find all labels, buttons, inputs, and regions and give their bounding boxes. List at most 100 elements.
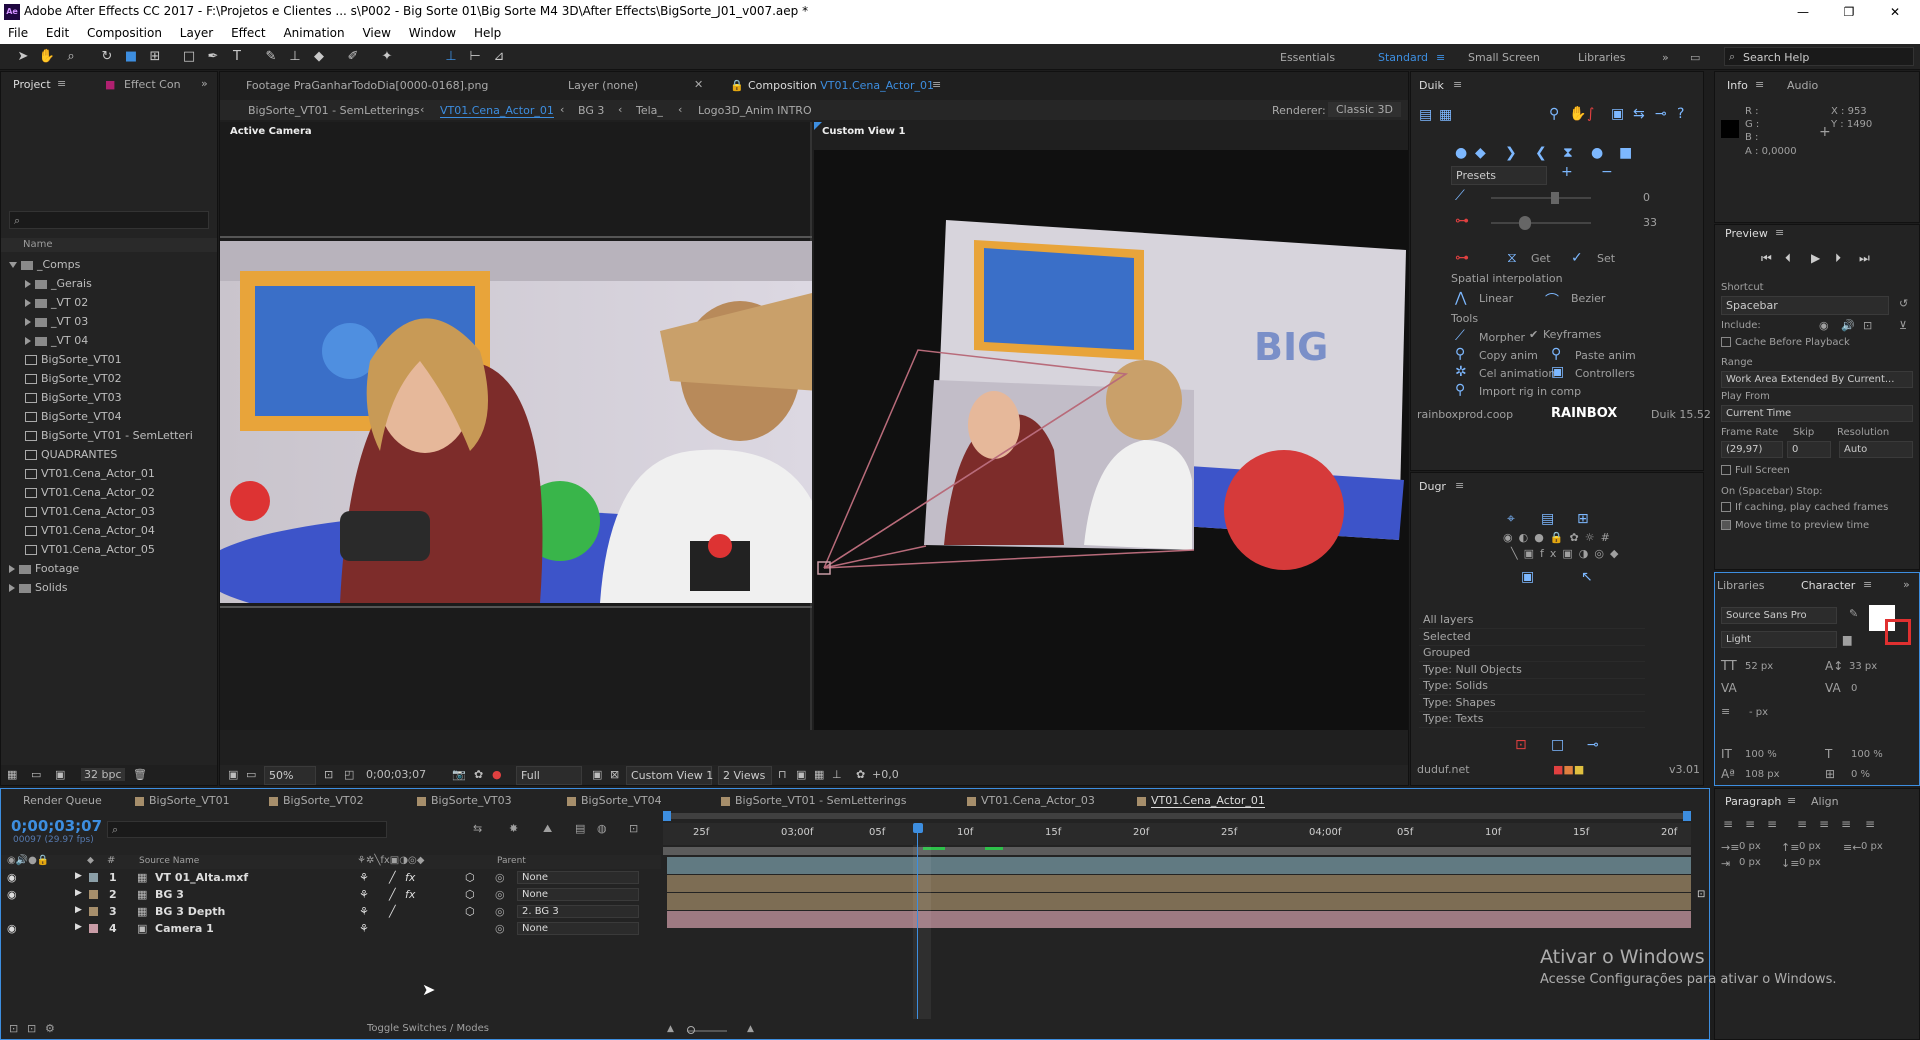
tracking-value[interactable]: 0 — [1851, 683, 1857, 694]
align-right-icon[interactable]: ≡ — [1767, 817, 1777, 831]
morpher-icon[interactable]: ⟋ — [1455, 328, 1465, 344]
project-folder-item[interactable]: Solids — [9, 581, 68, 594]
eyedropper-icon[interactable]: ✎ — [1849, 607, 1858, 620]
layer-bar-2[interactable] — [667, 875, 1691, 892]
duik-curve-icon[interactable]: ∫ — [1587, 106, 1594, 122]
disclosure-triangle-icon[interactable] — [9, 565, 15, 573]
include-export-icon[interactable]: ⊻ — [1899, 319, 1907, 332]
layer-name[interactable]: Camera 1 — [155, 922, 214, 935]
always-preview-icon[interactable]: ▣ — [228, 768, 238, 781]
timeline-tab[interactable]: BigSorte_VT02 — [283, 794, 364, 807]
prev-frame-icon[interactable]: ⏴ — [1785, 251, 1791, 266]
tab-layer[interactable]: Layer (none) — [568, 79, 638, 92]
timeline-timecode[interactable]: 0;00;03;07 — [11, 817, 102, 835]
exposure-value[interactable]: +0,0 — [872, 768, 899, 781]
type-tool-icon[interactable]: T — [228, 48, 246, 66]
zoom-tool-icon[interactable]: ⌕ — [62, 48, 80, 66]
breadcrumb-item[interactable]: Logo3D_Anim INTRO — [698, 104, 812, 117]
duik-menu-icon[interactable]: ≡ — [1453, 78, 1462, 91]
project-comp-item[interactable]: BigSorte_VT03 — [25, 391, 122, 404]
tab-composition[interactable]: Composition VT01.Cena_Actor_01 — [748, 79, 934, 92]
3d-layer-switch-icon[interactable]: ⬡ — [465, 871, 475, 884]
expand-layer-icon[interactable]: ▶ — [75, 888, 82, 898]
font-style-select[interactable]: Light — [1721, 631, 1837, 648]
roi-icon[interactable]: ▣ — [592, 768, 602, 781]
current-time-indicator[interactable] — [917, 831, 918, 1019]
import-rig-icon[interactable]: ⚲ — [1455, 382, 1465, 398]
3d-layer-switch-icon[interactable]: ⬡ — [465, 905, 475, 918]
controllers-icon[interactable]: ▣ — [1551, 364, 1564, 380]
ifcaching-checkbox[interactable]: If caching, play cached frames — [1721, 502, 1888, 513]
get-label[interactable]: Get — [1531, 252, 1551, 265]
work-area-bar[interactable] — [663, 847, 1691, 855]
dugr-toggle-icons[interactable]: ◉◐●🔒✿☼# — [1503, 531, 1616, 544]
duik-automation-icon[interactable]: ▦ — [1439, 107, 1452, 123]
eraser-tool-icon[interactable]: ◆ — [310, 48, 328, 66]
camera-tool-icon[interactable]: ■ — [122, 48, 140, 66]
duik-rigging-icon[interactable]: ▤ — [1419, 107, 1432, 123]
active-camera-view[interactable]: Active Camera — [220, 122, 812, 730]
include-video-icon[interactable]: ◉ — [1819, 319, 1829, 332]
justify-center-icon[interactable]: ≡ — [1819, 817, 1829, 831]
selection-tool-icon[interactable]: ➤ — [14, 48, 32, 66]
layer-row[interactable]: ◉ ▶ 2 ▦ BG 3 ⚘ ╱ fx ⬡ ◎ None — [1, 886, 661, 903]
include-overlays-icon[interactable]: ⊡ — [1863, 319, 1872, 332]
duik-cycle-icon[interactable]: ⇆ — [1633, 106, 1645, 122]
trash-icon[interactable]: 🗑 — [133, 768, 147, 781]
dugr-select-icon[interactable]: ⌖ — [1507, 511, 1515, 527]
breadcrumb-item-active[interactable]: VT01.Cena_Actor_01 — [440, 104, 554, 118]
project-comp-item[interactable]: VT01.Cena_Actor_04 — [25, 524, 155, 537]
tab-preview[interactable]: Preview — [1725, 227, 1768, 240]
quality-switch-icon[interactable]: ╱ — [389, 905, 396, 918]
key-dot-icon[interactable]: ● — [1455, 145, 1467, 161]
linear-icon[interactable]: ⋀ — [1455, 290, 1466, 306]
baseline-value[interactable]: 108 px — [1745, 769, 1780, 780]
channel-icon[interactable]: ● — [492, 768, 502, 781]
paste-anim-icon[interactable]: ⚲ — [1551, 346, 1561, 362]
parent-select[interactable]: None — [517, 922, 639, 935]
visibility-eye-icon[interactable]: ◉ — [7, 888, 17, 901]
stroke-color-swatch[interactable] — [1885, 619, 1911, 645]
info-menu-icon[interactable]: ≡ — [1755, 78, 1764, 91]
resolution-select[interactable]: Full — [516, 766, 582, 785]
bezier-label[interactable]: Bezier — [1571, 292, 1605, 305]
panel-menu-icon[interactable]: ≡ — [57, 77, 66, 90]
framerate-select[interactable]: (29,97) — [1721, 441, 1783, 458]
pick-whip-icon[interactable]: ◎ — [495, 871, 505, 884]
breadcrumb-item[interactable]: Tela_ — [636, 104, 663, 117]
justify-right-icon[interactable]: ≡ — [1841, 817, 1851, 831]
slider-handle[interactable] — [1551, 192, 1559, 204]
tool-import-rig[interactable]: Import rig in comp — [1479, 385, 1581, 398]
comp-mini-flowchart-icon[interactable]: ⇆ — [473, 822, 482, 835]
tool-controllers[interactable]: Controllers — [1575, 367, 1635, 380]
transfer-controls-icon[interactable]: ⊡ — [27, 1022, 36, 1035]
layer-switches-icon[interactable]: ⊡ — [9, 1022, 18, 1035]
dugr-list-icon[interactable]: ▤ — [1541, 511, 1554, 527]
project-comp-item[interactable]: BigSorte_VT04 — [25, 410, 122, 423]
layer-label-color-icon[interactable] — [89, 873, 98, 882]
custom-view-1[interactable]: Custom View 1 BIG — [814, 122, 1408, 730]
slider-track[interactable] — [1491, 197, 1591, 199]
menu-view[interactable]: View — [362, 24, 390, 40]
puppet-tool-icon[interactable]: ✦ — [378, 48, 396, 66]
layer-bar-3[interactable] — [667, 893, 1691, 910]
justify-all-icon[interactable]: ≡ — [1865, 817, 1875, 831]
menu-composition[interactable]: Composition — [87, 24, 162, 40]
dugr-list-item[interactable]: Type: Null Objects — [1419, 661, 1645, 679]
indent-left-value[interactable]: 0 px — [1739, 841, 1761, 852]
view-select[interactable]: Custom View 1 — [626, 766, 713, 785]
more-workspaces-icon[interactable]: » — [1662, 51, 1669, 64]
layer-name[interactable]: VT 01_Alta.mxf — [155, 871, 248, 884]
copy-keys-icon[interactable]: ⊶ — [1455, 250, 1469, 266]
dugr-site[interactable]: duduf.net — [1417, 763, 1470, 776]
next-frame-icon[interactable]: ⏵ — [1835, 251, 1841, 266]
presets-select[interactable]: Presets — [1451, 166, 1547, 185]
font-family-select[interactable]: Source Sans Pro — [1721, 607, 1837, 624]
copy-anim-icon[interactable]: ⚲ — [1455, 346, 1465, 362]
layer-bar-1[interactable] — [667, 857, 1691, 874]
layer-label-color-icon[interactable] — [89, 907, 98, 916]
dugr-list-item[interactable]: Grouped — [1419, 644, 1645, 662]
tool-morpher[interactable]: Morpher — [1479, 331, 1525, 344]
dugr-list-item[interactable]: All layers — [1419, 611, 1645, 629]
visibility-eye-icon[interactable]: ◉ — [7, 922, 17, 935]
